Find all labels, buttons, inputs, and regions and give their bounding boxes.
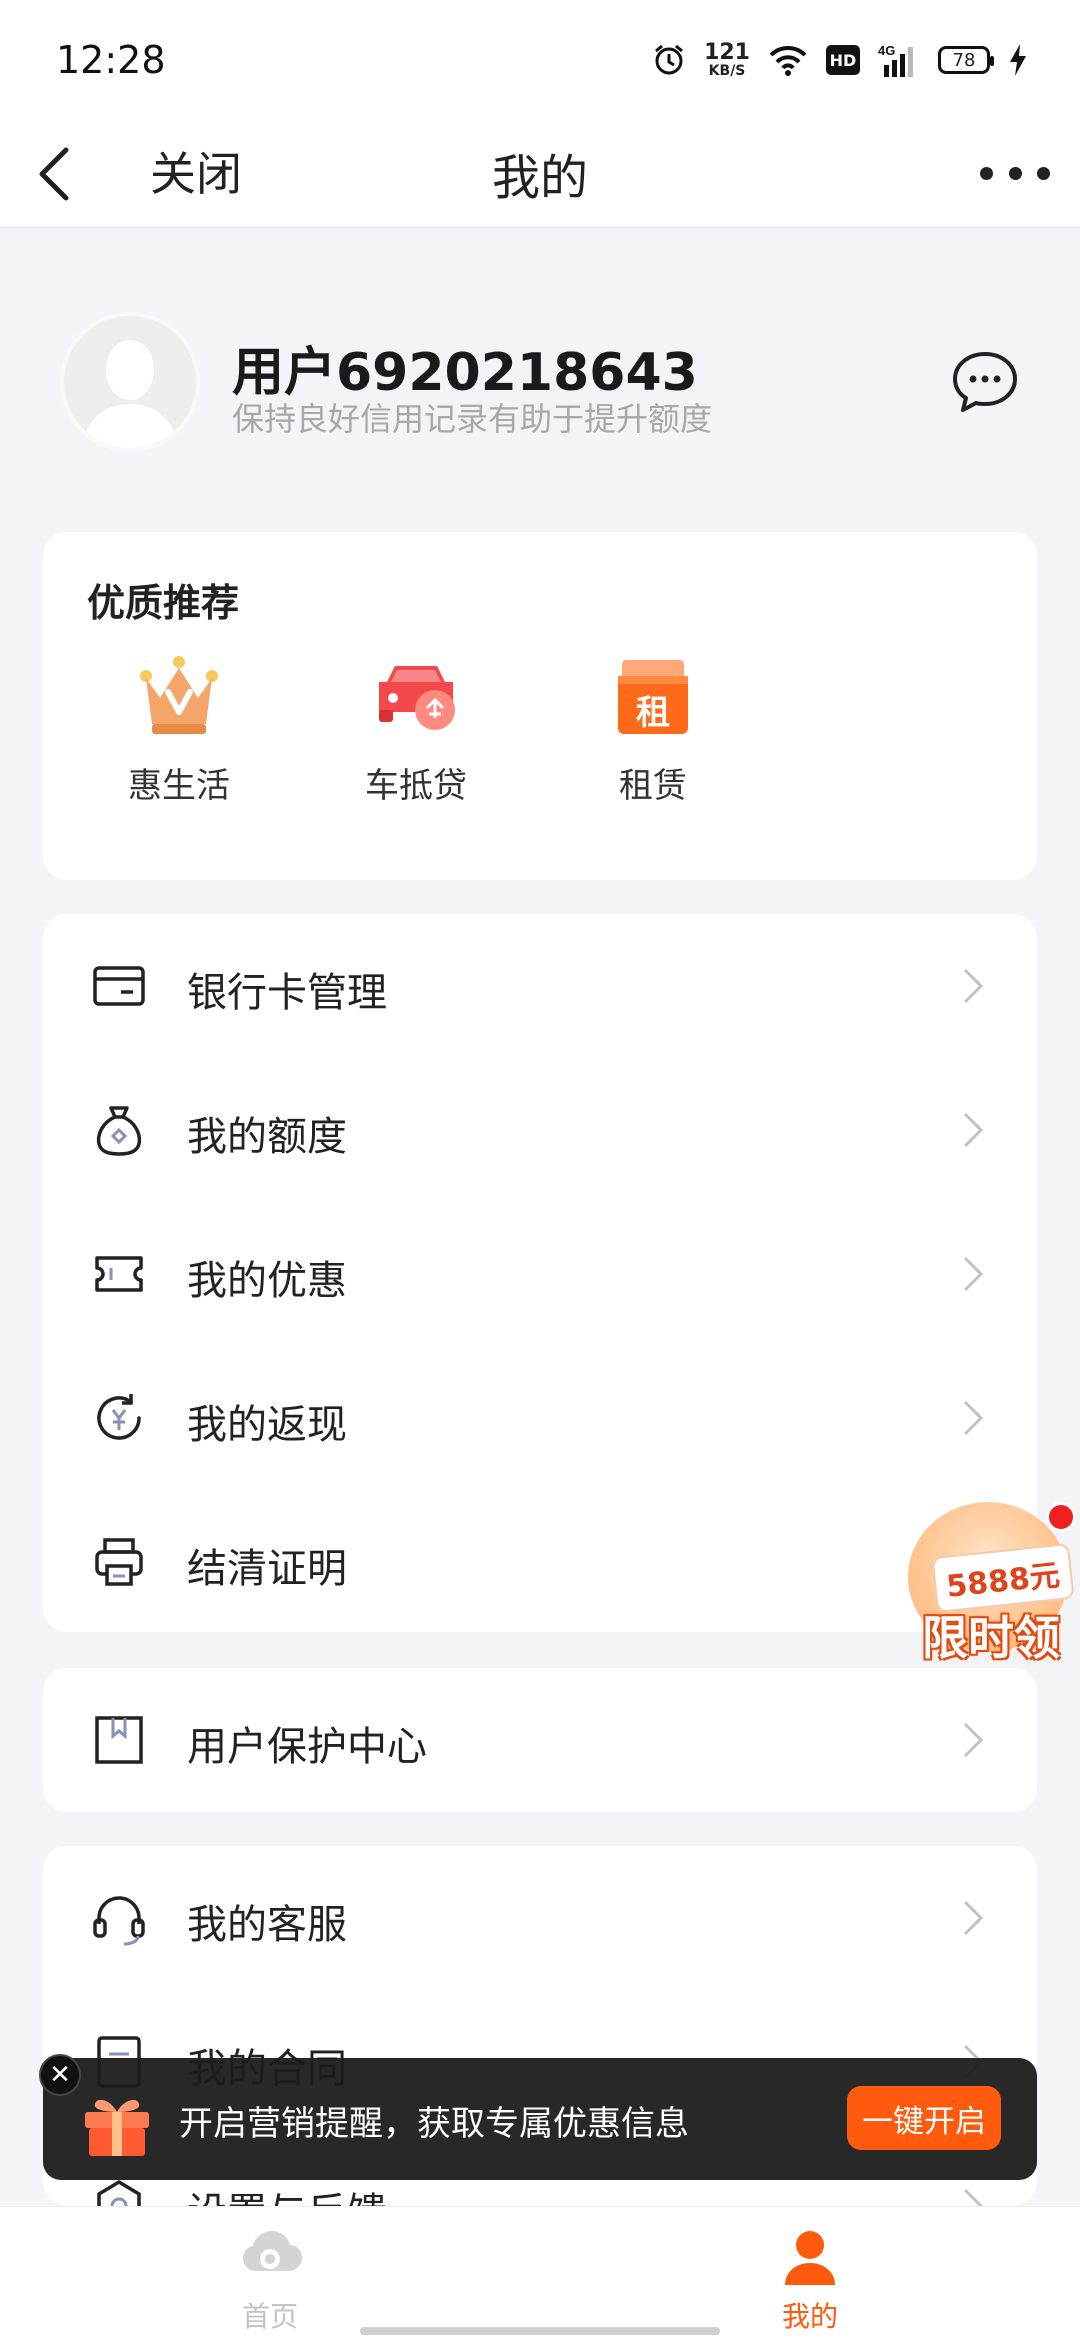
promo-float-badge[interactable]: 5888元 限时领 [900, 1498, 1080, 1670]
toast-close-button[interactable]: ✕ [39, 2054, 81, 2096]
promo-red-dot [1046, 1502, 1076, 1532]
hd-badge: HD [826, 45, 860, 75]
tab-label: 首页 [241, 2300, 298, 2333]
headset-icon [93, 1896, 145, 1946]
recommend-title: 优质推荐 [87, 581, 240, 625]
signal-icon: 4G [878, 43, 920, 77]
close-button[interactable]: 关闭 [150, 138, 242, 204]
user-tab-icon [785, 2231, 835, 2285]
menu-item-my-cashback[interactable]: 我的返现 [43, 1346, 1037, 1490]
menu-group-account: 银行卡管理 我的额度 我的优惠 我的返现 结清证明 [43, 914, 1037, 1632]
charging-icon [1008, 43, 1028, 77]
page-title: 我的 [491, 150, 588, 206]
recommend-item-hui-shenghuo[interactable]: 惠生活 [89, 652, 269, 807]
chevron-right-icon [963, 1256, 984, 1292]
bank-card-icon [93, 966, 145, 1006]
bottom-tab-bar: 首页 我的 [0, 2206, 1080, 2340]
message-button[interactable] [950, 348, 1020, 418]
marketing-reminder-toast: 开启营销提醒，获取专属优惠信息 一键开启 ✕ [39, 2054, 1037, 2180]
alarm-icon [652, 43, 686, 77]
net-speed-value: 121 [704, 40, 750, 65]
status-time: 12:28 [56, 38, 166, 82]
net-speed: 121 KB/S [704, 40, 750, 79]
menu-item-bank-card[interactable]: 银行卡管理 [43, 914, 1037, 1058]
recommend-item-lease[interactable]: 租 租赁 [563, 652, 743, 807]
recommend-item-label: 惠生活 [128, 766, 230, 806]
menu-item-user-protection[interactable]: 用户保护中心 [43, 1668, 1037, 1812]
recommend-item-label: 租赁 [619, 766, 687, 806]
toast-message: 开启营销提醒，获取专属优惠信息 [179, 2104, 689, 2144]
chevron-right-icon [963, 1112, 984, 1148]
car-loan-icon [371, 652, 461, 742]
more-dot-icon [1008, 166, 1022, 180]
tab-mine[interactable]: 我的 [730, 2227, 890, 2335]
home-tab-icon [243, 2231, 302, 2271]
svg-text:租: 租 [636, 693, 670, 733]
recommend-item-label: 车抵贷 [365, 766, 467, 806]
tab-home[interactable]: 首页 [190, 2227, 350, 2335]
menu-item-my-coupons[interactable]: 我的优惠 [43, 1202, 1037, 1346]
status-icons: 121 KB/S HD 4G 78 [652, 42, 1028, 78]
chevron-right-icon [963, 1900, 984, 1936]
bookmark-box-icon [95, 1716, 143, 1764]
wifi-icon [768, 44, 808, 76]
back-arrow-icon [39, 147, 69, 201]
avatar[interactable] [60, 312, 200, 452]
svg-text:4G: 4G [878, 43, 895, 58]
menu-item-label: 我的优惠 [187, 1258, 347, 1304]
printer-icon [95, 1538, 143, 1586]
net-speed-unit: KB/S [708, 63, 746, 79]
chat-bubble-icon [953, 352, 1017, 412]
menu-item-customer-service[interactable]: 我的客服 [43, 1846, 1037, 1990]
profile-subtitle: 保持良好信用记录有助于提升额度 [232, 400, 713, 438]
more-button[interactable] [980, 148, 1050, 198]
recommend-card: 优质推荐 惠生活 车抵贷 租 租赁 [43, 532, 1037, 880]
menu-item-label: 用户保护中心 [187, 1724, 427, 1770]
menu-item-label: 我的客服 [187, 1902, 347, 1948]
coupon-icon [95, 1256, 143, 1292]
recommend-item-car-loan[interactable]: 车抵贷 [326, 652, 506, 807]
menu-item-label: 银行卡管理 [187, 970, 387, 1016]
lease-box-icon: 租 [608, 652, 698, 742]
status-bar: 12:28 121 KB/S HD 4G 78 [0, 0, 1080, 120]
menu-item-my-quota[interactable]: 我的额度 [43, 1058, 1037, 1202]
back-button[interactable] [28, 144, 88, 204]
promo-text: 限时领 [922, 1611, 1060, 1665]
chevron-right-icon [963, 968, 984, 1004]
nav-bar: 关闭 我的 [0, 120, 1080, 228]
menu-item-label: 我的额度 [187, 1114, 347, 1160]
tab-label: 我的 [781, 2300, 838, 2333]
more-dot-icon [1037, 166, 1050, 180]
menu-group-protection: 用户保护中心 [43, 1668, 1037, 1812]
enable-reminder-button[interactable]: 一键开启 [847, 2086, 1001, 2150]
profile-header: 用户6920218643 保持良好信用记录有助于提升额度 [60, 312, 1020, 456]
more-dot-icon [980, 166, 993, 180]
chevron-right-icon [963, 1400, 984, 1436]
crown-icon [134, 652, 224, 742]
battery-indicator: 78 [938, 46, 994, 74]
menu-item-settlement-proof[interactable]: 结清证明 [43, 1490, 1037, 1634]
menu-item-label: 结清证明 [187, 1546, 347, 1592]
default-avatar-icon [64, 316, 196, 448]
money-bag-icon [96, 1106, 142, 1156]
cashback-icon [97, 1394, 141, 1440]
home-indicator [360, 2327, 720, 2335]
gift-icon [79, 2084, 155, 2160]
menu-item-label: 我的返现 [187, 1402, 347, 1448]
chevron-right-icon [963, 1722, 984, 1758]
